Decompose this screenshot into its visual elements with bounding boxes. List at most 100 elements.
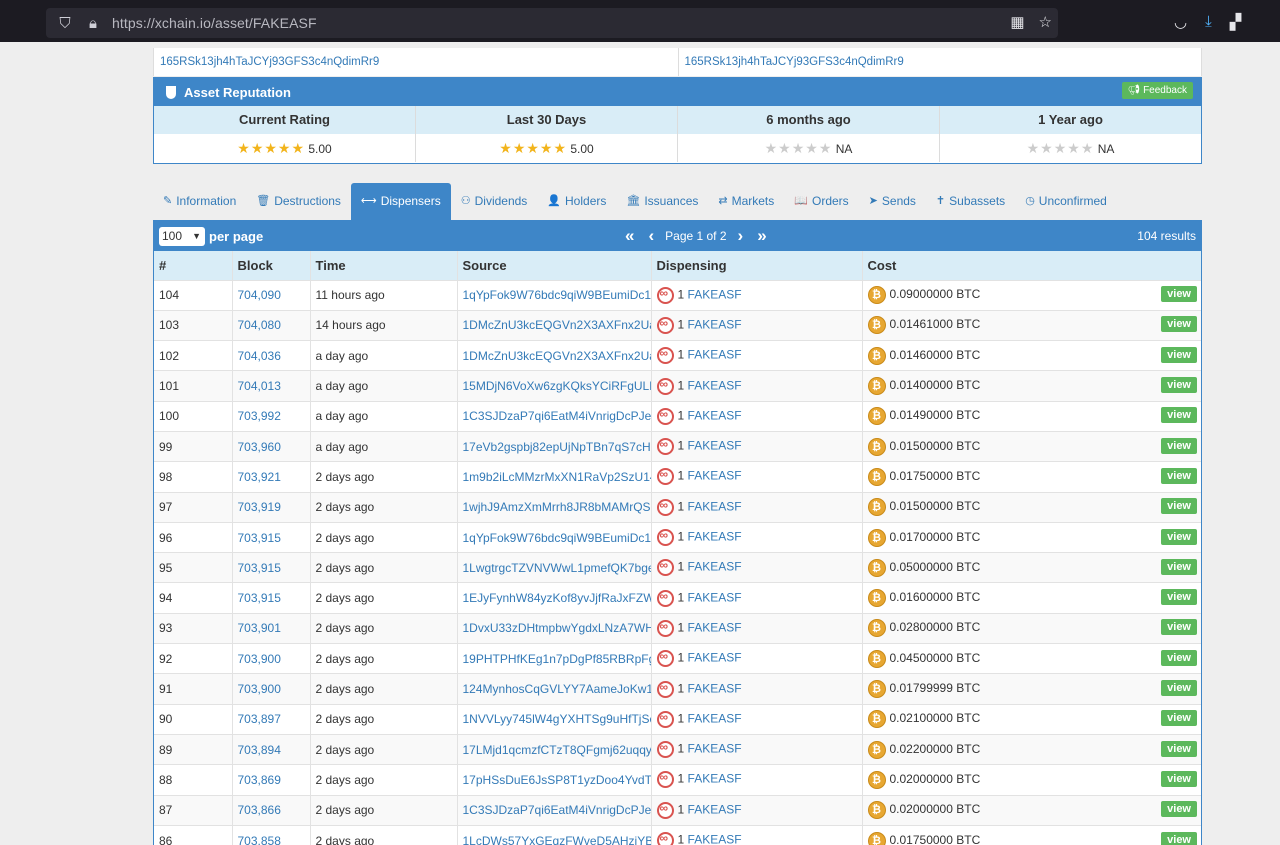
first-page-icon[interactable]: « — [618, 225, 641, 247]
asset-link[interactable]: FAKEASF — [688, 499, 742, 513]
view-button[interactable]: view — [1161, 498, 1197, 515]
view-button[interactable]: view — [1161, 407, 1197, 424]
last-page-icon[interactable]: » — [750, 225, 773, 247]
block-link[interactable]: 703,915 — [231, 521, 310, 553]
issuer-address-link[interactable]: 165RSk13jh4hTaJCYj93GFS3c4nQdimRr9 — [677, 48, 1202, 76]
block-link[interactable]: 703,858 — [231, 824, 310, 845]
asset-link[interactable]: FAKEASF — [688, 469, 742, 483]
block-link[interactable]: 703,992 — [231, 400, 310, 432]
block-link[interactable]: 703,915 — [231, 552, 310, 583]
view-button[interactable]: view — [1161, 619, 1197, 636]
view-button[interactable]: view — [1161, 286, 1197, 303]
view-button[interactable]: view — [1161, 740, 1197, 757]
source-address-link[interactable]: 15MDjN6VoXw6zgKQksYCiRFgULLp... — [456, 370, 651, 402]
block-link[interactable]: 704,090 — [231, 279, 310, 311]
lock-icon[interactable]: 🔒︎ — [84, 15, 102, 32]
tab-holders[interactable]: 👤 Holders — [537, 183, 616, 220]
asset-link[interactable]: FAKEASF — [688, 378, 742, 392]
tab-information[interactable]: ✎ Information — [153, 183, 246, 220]
pocket-icon[interactable]: ◡ — [1174, 13, 1187, 31]
tab-dividends[interactable]: ⚇ Dividends — [451, 183, 538, 220]
tab-sends[interactable]: ➤ Sends — [859, 183, 926, 220]
source-address-link[interactable]: 1LwgtrgcTZVNVWwL1pmefQK7bge... — [456, 552, 651, 583]
source-address-link[interactable]: 1NVVLyy745lW4gYXHTSg9uHfTjScE... — [456, 703, 651, 735]
view-button[interactable]: view — [1161, 831, 1197, 845]
download-icon[interactable]: ⤓ — [1205, 13, 1212, 31]
asset-link[interactable]: FAKEASF — [688, 802, 742, 816]
next-page-icon[interactable]: › — [731, 225, 751, 247]
block-link[interactable]: 703,915 — [231, 582, 310, 614]
view-button[interactable]: view — [1161, 467, 1197, 484]
view-button[interactable]: view — [1161, 589, 1197, 606]
view-button[interactable]: view — [1161, 558, 1197, 575]
block-link[interactable]: 703,897 — [231, 703, 310, 735]
view-button[interactable]: view — [1161, 346, 1197, 363]
source-address-link[interactable]: 17eVb2gspbj82epUjNpTBn7qS7cH9... — [456, 430, 651, 462]
owner-address-link[interactable]: 165RSk13jh4hTaJCYj93GFS3c4nQdimRr9 — [154, 48, 678, 76]
source-address-link[interactable]: 1qYpFok9W76bdc9qiW9BEumiDc1y... — [456, 521, 651, 553]
asset-link[interactable]: FAKEASF — [688, 439, 742, 453]
asset-link[interactable]: FAKEASF — [688, 287, 742, 301]
block-link[interactable]: 704,080 — [231, 309, 310, 341]
view-button[interactable]: view — [1161, 710, 1197, 727]
source-address-link[interactable]: 19PHTPHfKEg1n7pDgPf85RBRpFg... — [456, 643, 651, 674]
view-button[interactable]: view — [1161, 680, 1197, 696]
asset-link[interactable]: FAKEASF — [688, 348, 742, 362]
view-button[interactable]: view — [1161, 801, 1197, 818]
asset-link[interactable]: FAKEASF — [688, 711, 742, 725]
source-address-link[interactable]: 1DMcZnU3kcEQGVn2X3AXFnx2UaC... — [456, 340, 651, 371]
block-link[interactable]: 703,919 — [231, 491, 310, 523]
address-bar[interactable]: ⛉ 🔒︎ https://xchain.io/asset/FAKEASF ▦ ☆ — [46, 8, 1058, 38]
asset-link[interactable]: FAKEASF — [688, 651, 742, 665]
source-address-link[interactable]: 1C3SJDzaP7qi6EatM4iVnrigDcPJeZ... — [456, 794, 651, 826]
qr-code-icon[interactable]: ▦ — [1010, 13, 1024, 31]
block-link[interactable]: 703,901 — [231, 612, 310, 644]
asset-link[interactable]: FAKEASF — [688, 833, 742, 845]
block-link[interactable]: 704,036 — [231, 340, 310, 371]
source-address-link[interactable]: 17LMjd1qcmzfCTzT8QFgmj62uqqy... — [456, 733, 651, 765]
block-link[interactable]: 703,866 — [231, 794, 310, 826]
asset-link[interactable]: FAKEASF — [688, 590, 742, 604]
tab-dispensers[interactable]: ⟷ Dispensers — [350, 183, 451, 220]
tab-markets[interactable]: ⇄ Markets — [708, 183, 784, 220]
source-address-link[interactable]: 1m9b2iLcMMzrMxXN1RaVp2SzU14... — [456, 461, 651, 493]
source-address-link[interactable]: 1C3SJDzaP7qi6EatM4iVnrigDcPJeZ... — [456, 400, 651, 432]
block-link[interactable]: 703,900 — [231, 643, 310, 674]
asset-link[interactable]: FAKEASF — [688, 318, 742, 332]
tab-subassets[interactable]: ✝ Subassets — [926, 183, 1015, 220]
source-address-link[interactable]: 1DMcZnU3kcEQGVn2X3AXFnx2UaC... — [456, 309, 651, 341]
source-address-link[interactable]: 1qYpFok9W76bdc9qiW9BEumiDc1y... — [456, 279, 651, 311]
block-link[interactable]: 703,900 — [231, 673, 310, 705]
source-address-link[interactable]: 1LcDWs57YxGEqzFWveD5AHziYBtU... — [456, 824, 651, 845]
asset-link[interactable]: FAKEASF — [688, 560, 742, 574]
source-address-link[interactable]: 17pHSsDuE6JsSP8T1yzDoo4YvdTV... — [456, 764, 651, 796]
source-address-link[interactable]: 124MynhosCqGVLYY7AameJoKw1u... — [456, 673, 651, 705]
tab-issuances[interactable]: 🏛 Issuances — [616, 183, 708, 220]
block-link[interactable]: 703,894 — [231, 733, 310, 765]
source-address-link[interactable]: 1EJyFynhW84yzKof8yvJjfRaJxFZWa... — [456, 582, 651, 614]
feedback-button[interactable]: 📢︎ Feedback — [1121, 82, 1193, 99]
view-button[interactable]: view — [1161, 528, 1197, 545]
tab-destructions[interactable]: 🗑 Destructions — [246, 183, 351, 220]
extensions-icon[interactable]: ▞ — [1230, 13, 1242, 31]
source-address-link[interactable]: 1DvxU33zDHtmpbwYgdxLNzA7WHg... — [456, 612, 651, 644]
view-button[interactable]: view — [1161, 377, 1197, 394]
url-text[interactable]: https://xchain.io/asset/FAKEASF — [112, 15, 317, 31]
tab-orders[interactable]: 📖 Orders — [784, 183, 858, 220]
asset-link[interactable]: FAKEASF — [688, 409, 742, 423]
block-link[interactable]: 703,869 — [231, 764, 310, 796]
block-link[interactable]: 703,921 — [231, 461, 310, 493]
block-link[interactable]: 703,960 — [231, 430, 310, 462]
view-button[interactable]: view — [1161, 316, 1197, 333]
view-button[interactable]: view — [1161, 437, 1197, 454]
tab-unconfirmed[interactable]: ◷ Unconfirmed — [1015, 183, 1117, 220]
block-link[interactable]: 704,013 — [231, 370, 310, 402]
asset-link[interactable]: FAKEASF — [688, 621, 742, 635]
bookmark-star-icon[interactable]: ☆ — [1039, 13, 1052, 31]
source-address-link[interactable]: 1wjhJ9AmzXmMrrh8JR8bMAMrQS... — [456, 491, 651, 523]
prev-page-icon[interactable]: ‹ — [641, 225, 661, 247]
per-page-select[interactable]: 100 ▼ — [159, 227, 205, 246]
view-button[interactable]: view — [1161, 649, 1197, 666]
shield-icon[interactable]: ⛉ — [56, 15, 74, 32]
asset-link[interactable]: FAKEASF — [688, 742, 742, 756]
